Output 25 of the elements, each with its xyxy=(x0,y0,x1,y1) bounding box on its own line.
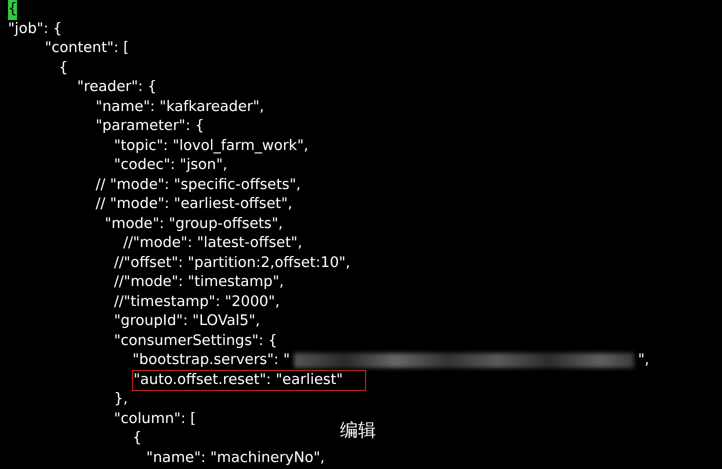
code-line: "mode": "group-offsets", xyxy=(104,214,283,234)
code-line: "consumerSettings": { xyxy=(113,332,278,350)
code-line: { xyxy=(58,58,68,78)
edit-label[interactable]: 编辑 xyxy=(340,418,376,442)
code-line: { xyxy=(131,429,142,448)
code-line: // "mode": "earliest-offset", xyxy=(94,195,292,214)
code-line: "reader": { xyxy=(76,78,157,97)
code-line: //"mode": "latest-offset", xyxy=(122,234,302,253)
text-cursor: { xyxy=(8,0,18,20)
code-line: //"offset": "partition:2,offset:10", xyxy=(113,254,350,272)
code-line: "bootstrap.servers": " xyxy=(131,351,290,370)
code-line: "column": [ xyxy=(113,410,196,428)
code-line: "name": "kafkareader", xyxy=(94,98,264,116)
code-line: "codec": "json", xyxy=(113,156,228,175)
code-line: "job": { xyxy=(8,20,62,38)
code-line: "topic": "lovol_farm_work", xyxy=(113,136,308,156)
code-line: // "mode": "specific-offsets", xyxy=(94,176,301,194)
code-line: "name": "machineryNo", xyxy=(145,448,325,468)
code-line: }, xyxy=(113,390,128,409)
code-line: //"timestamp": "2000", xyxy=(113,292,280,312)
code-line: "content": [ xyxy=(44,39,129,58)
code-line: "groupId": "LOVal5", xyxy=(113,312,260,331)
code-line: "parameter": { xyxy=(94,117,204,136)
code-line: ", xyxy=(638,351,650,370)
code-line: //"mode": "timestamp", xyxy=(113,273,284,292)
